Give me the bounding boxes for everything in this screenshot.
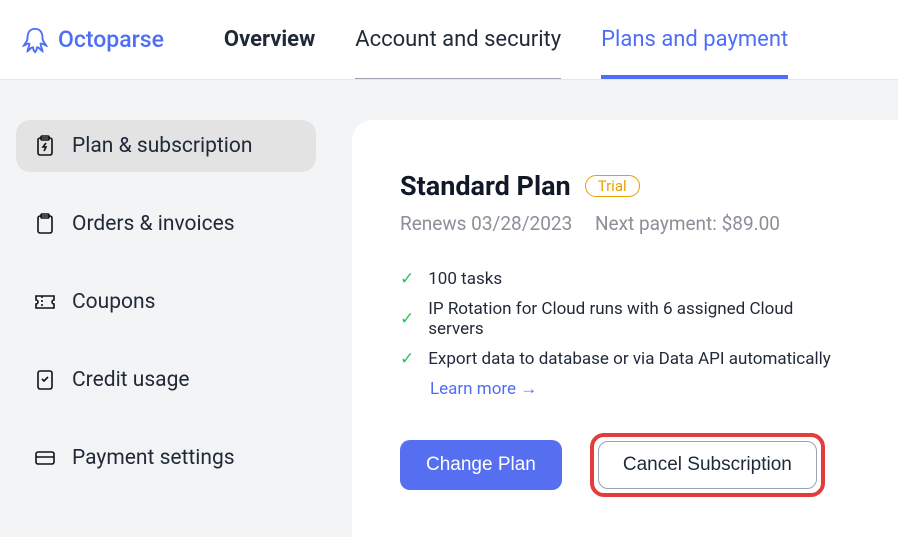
trial-badge: Trial xyxy=(585,175,640,197)
cancel-subscription-button[interactable]: Cancel Subscription xyxy=(598,441,817,489)
sidebar-item-credit-usage[interactable]: Credit usage xyxy=(16,354,316,406)
feature-list: ✓ 100 tasks ✓ IP Rotation for Cloud runs… xyxy=(400,269,850,369)
check-icon: ✓ xyxy=(400,349,414,369)
header: Octoparse Overview Account and security … xyxy=(0,0,898,80)
octopus-icon xyxy=(20,25,50,55)
renew-date: Renews 03/28/2023 xyxy=(400,212,572,235)
renew-line: Renews 03/28/2023 Next payment: $89.00 xyxy=(400,212,850,235)
sidebar-item-label: Payment settings xyxy=(72,446,235,470)
check-icon: ✓ xyxy=(400,309,414,329)
plan-title: Standard Plan xyxy=(400,170,571,202)
sidebar-item-label: Orders & invoices xyxy=(72,212,235,236)
clipboard-icon xyxy=(34,213,56,235)
next-payment: Next payment: $89.00 xyxy=(595,212,780,235)
change-plan-button[interactable]: Change Plan xyxy=(400,440,562,490)
sidebar-item-label: Plan & subscription xyxy=(72,134,252,158)
feature-text: 100 tasks xyxy=(428,269,502,289)
receipt-check-icon xyxy=(34,369,56,391)
sidebar-item-label: Credit usage xyxy=(72,368,190,392)
learn-more-link[interactable]: Learn more → xyxy=(430,379,537,399)
lightning-clipboard-icon xyxy=(34,135,56,157)
plan-actions: Change Plan Cancel Subscription xyxy=(400,433,850,497)
credit-card-icon xyxy=(34,447,56,469)
sidebar-item-payment-settings[interactable]: Payment settings xyxy=(16,432,316,484)
sidebar-item-coupons[interactable]: Coupons xyxy=(16,276,316,328)
brand-name: Octoparse xyxy=(58,26,164,53)
tab-overview[interactable]: Overview xyxy=(224,0,315,79)
sidebar-item-orders-invoices[interactable]: Orders & invoices xyxy=(16,198,316,250)
feature-item: ✓ IP Rotation for Cloud runs with 6 assi… xyxy=(400,299,850,339)
plan-card: Standard Plan Trial Renews 03/28/2023 Ne… xyxy=(352,120,898,537)
feature-item: ✓ Export data to database or via Data AP… xyxy=(400,349,850,369)
ticket-icon xyxy=(34,291,56,313)
cancel-highlight: Cancel Subscription xyxy=(590,433,825,497)
sidebar-item-plan-subscription[interactable]: Plan & subscription xyxy=(16,120,316,172)
sidebar-item-label: Coupons xyxy=(72,290,155,314)
feature-text: IP Rotation for Cloud runs with 6 assign… xyxy=(428,299,850,339)
feature-text: Export data to database or via Data API … xyxy=(428,349,831,369)
main-layout: Plan & subscription Orders & invoices Co… xyxy=(0,80,898,537)
sidebar: Plan & subscription Orders & invoices Co… xyxy=(16,120,316,537)
feature-item: ✓ 100 tasks xyxy=(400,269,850,289)
top-tabs: Overview Account and security Plans and … xyxy=(224,0,788,79)
tab-plans-payment[interactable]: Plans and payment xyxy=(601,0,788,79)
brand-logo[interactable]: Octoparse xyxy=(20,25,164,55)
check-icon: ✓ xyxy=(400,269,414,289)
plan-header: Standard Plan Trial xyxy=(400,170,850,202)
tab-account-security[interactable]: Account and security xyxy=(355,0,561,79)
